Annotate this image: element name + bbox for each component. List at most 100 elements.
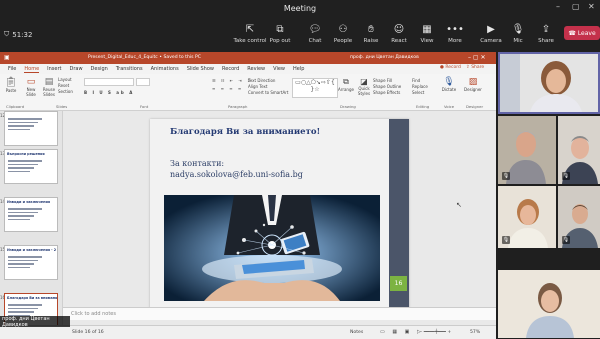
participant-video (498, 270, 600, 338)
shield-icon: ⛉ (4, 30, 10, 38)
notes-placeholder[interactable]: Click to add notes (71, 311, 116, 317)
thumb-text-line (8, 218, 30, 220)
ppt-ribbon-tabs: File Home Insert Draw Design Transitions Anima… (0, 64, 496, 74)
ppt-tab-review[interactable]: Review (247, 66, 265, 72)
ppt-tab-slide-show[interactable]: Slide Show (187, 66, 214, 72)
ppt-tab-file[interactable]: File (8, 66, 16, 72)
quick-styles-button[interactable]: ◪ Quick Styles (356, 77, 372, 96)
current-slide[interactable]: Благодаря Ви за вниманието! За контакти:… (150, 119, 409, 315)
zoom-level[interactable]: 57% (470, 330, 480, 335)
thumb-text-line (8, 167, 34, 169)
reuse-slides-button[interactable]: ▤ Reuse Slides (40, 77, 58, 97)
convert-smartart-label[interactable]: Convert to SmartArt (248, 90, 288, 96)
thumb-text-line (8, 128, 30, 130)
new-slide-label: New Slide (26, 87, 36, 97)
people-label: People (333, 38, 353, 44)
arrange-button[interactable]: ⧉ Arrange (338, 77, 354, 92)
view-mode-icons[interactable]: ▭ ▦ ▣ ▷ (380, 329, 424, 335)
ppt-tab-design[interactable]: Design (91, 66, 108, 72)
arrange-label: Arrange (338, 87, 354, 92)
thumb-text-line (8, 125, 34, 127)
timer-text: 51:32 (12, 30, 33, 39)
shape-format-options[interactable]: Shape Fill Shape Outline Shape Effects (373, 78, 401, 96)
editing-options[interactable]: Find Replace Select (412, 78, 428, 96)
notes-pane[interactable]: Click to add notes (63, 307, 496, 320)
record-label: Record (445, 65, 461, 70)
group-designer: Designer (466, 104, 484, 109)
paste-button[interactable]: 📋︎ Paste (2, 77, 20, 93)
slide-thumbnail[interactable]: Изводи и заключения (4, 197, 58, 232)
participant-tile-1[interactable]: 🎙︎ (498, 116, 556, 184)
shapes-gallery[interactable]: ▭○△⬠↘⇨⇧{ }☆ (292, 78, 338, 98)
notes-toggle[interactable]: Notes (350, 330, 363, 335)
participant-tile-speaker[interactable] (498, 52, 600, 114)
thumb-text-line (8, 311, 34, 313)
thumb-text-line (8, 170, 30, 172)
shape-effects-label[interactable]: Shape Effects (373, 90, 401, 96)
raise-label: Raise (363, 38, 379, 44)
thumb-text-line (8, 259, 38, 261)
slide-number: 16 (390, 276, 407, 291)
participant-tile-2[interactable]: 🎙︎ (558, 116, 600, 184)
section-label[interactable]: Section (58, 89, 73, 95)
thumb-text-line (8, 307, 38, 309)
dictate-button[interactable]: 🎙︎ Dictate (440, 77, 458, 92)
close-icon[interactable]: ✕ (588, 2, 595, 11)
slide-thumbnail[interactable]: Въпросни решения (4, 149, 58, 184)
pop-out-button[interactable]: ⧉ Pop out (262, 24, 298, 44)
slide-thumbnail[interactable] (4, 111, 58, 146)
quick-styles-icon: ◪ (360, 77, 368, 86)
view-label: View (420, 38, 434, 44)
slide-title[interactable]: Благодаря Ви за вниманието! (170, 127, 320, 137)
more-button[interactable]: ••• More (437, 24, 473, 44)
leave-button[interactable]: ☎ Leave (564, 26, 600, 40)
thumb-text-line (8, 208, 42, 210)
leave-label: Leave (577, 29, 596, 37)
slide-business-image[interactable] (164, 195, 380, 301)
font-name-input[interactable] (84, 78, 134, 86)
minimize-icon[interactable]: – (556, 2, 560, 11)
new-slide-button[interactable]: ▭ New Slide (22, 77, 40, 97)
ppt-tab-animations[interactable]: Animations (151, 66, 179, 72)
participant-tile-4[interactable]: 🎙︎ (558, 186, 600, 248)
designer-button[interactable]: ▨ Designer (462, 77, 484, 92)
font-controls[interactable]: B I U S ab A (84, 78, 204, 95)
ppt-filename: Present_Digital_Educ_4_Equitc • Saved to… (88, 55, 202, 60)
ppt-tab-view[interactable]: View (273, 66, 285, 72)
thumb-text-line (8, 215, 34, 217)
slide-editing-canvas[interactable]: Благодаря Ви за вниманието! За контакти:… (63, 111, 496, 325)
shared-powerpoint-window: ▣ Present_Digital_Educ_4_Equitc • Saved … (0, 52, 496, 339)
slide-contact-label[interactable]: За контакти: (170, 159, 224, 168)
ppt-ribbon: 📋︎ Paste ▭ New Slide ▤ Reuse Slides Layo… (0, 65, 496, 111)
ppt-tab-help[interactable]: Help (293, 66, 304, 72)
ppt-tab-home[interactable]: Home (24, 66, 40, 73)
ppt-share-button[interactable]: ⇪ Share (466, 65, 484, 70)
zoom-slider[interactable]: – ━━━━┿━━━ + (420, 330, 451, 335)
thumb-text-line (8, 211, 38, 213)
text-options[interactable]: Text Direction Align Text Convert to Sma… (248, 78, 288, 96)
ppt-tab-insert[interactable]: Insert (47, 66, 61, 72)
group-voice: Voice (444, 104, 455, 109)
ppt-tab-draw[interactable]: Draw (69, 66, 82, 72)
participant-tile-3[interactable]: 🎙︎ (498, 186, 556, 248)
thumb-title: Изводи и заключения - 2 (7, 248, 57, 252)
participant-tile-5[interactable] (498, 270, 600, 338)
ppt-tab-transitions[interactable]: Transitions (116, 66, 143, 72)
ppt-tab-record[interactable]: Record (222, 66, 239, 72)
thumb-title: Благодаря Ви за вниманието! (7, 296, 57, 300)
thumb-text-line (8, 160, 42, 162)
phone-icon: ☎ (568, 29, 576, 37)
select-label[interactable]: Select (412, 90, 428, 96)
slide-email[interactable]: nadya.sokolova@feb.uni-sofia.bg (170, 170, 303, 179)
font-format-icons[interactable]: B I U S ab A (84, 90, 204, 95)
slide-options[interactable]: Layout Reset Section (58, 77, 73, 95)
record-button[interactable]: ● Record (440, 65, 461, 70)
font-size-input[interactable] (136, 78, 150, 86)
maximize-icon[interactable]: ▢ (572, 2, 580, 11)
presenter-name-label: проф. дни Цветан Давидков (0, 316, 70, 328)
slide-thumbnail[interactable]: Изводи и заключения - 2 (4, 245, 58, 280)
ppt-window-controls[interactable]: – ▢ ✕ (468, 54, 486, 61)
share-button[interactable]: ⇪ Share (528, 24, 564, 44)
pop-out-label: Pop out (269, 38, 291, 44)
teams-top-bar: Meeting – ▢ ✕ ⛉ 51:32 ⇱ Take control ⧉ P… (0, 0, 600, 52)
